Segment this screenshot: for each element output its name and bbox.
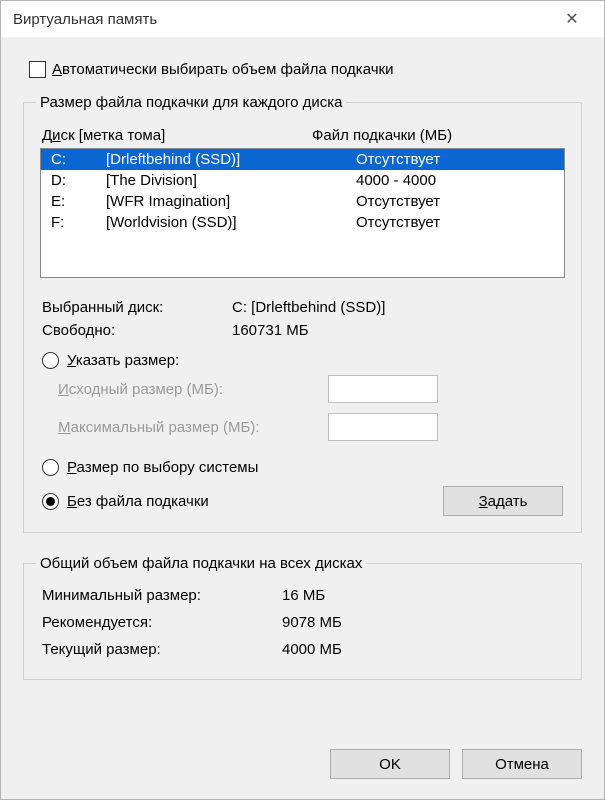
initial-size-row: Исходный размер (МБ):: [58, 375, 563, 403]
titlebar: Виртуальная память ✕: [1, 1, 604, 37]
drive-letter: E:: [51, 193, 106, 210]
col-drive-header: Диск [метка тома]: [42, 127, 312, 144]
selected-drive-info: Выбранный диск: C: [Drleftbehind (SSD)] …: [42, 296, 563, 342]
drive-label: [WFR Imagination]: [106, 193, 356, 210]
virtual-memory-dialog: Виртуальная память ✕ Автоматически выбир…: [0, 0, 605, 800]
free-space-label: Свободно:: [42, 322, 232, 339]
window-title: Виртуальная память: [13, 11, 552, 28]
initial-size-input[interactable]: [328, 375, 438, 403]
min-size-value: 16 МБ: [282, 587, 325, 604]
no-paging-radio[interactable]: [42, 493, 59, 510]
set-button[interactable]: Задать: [443, 486, 563, 516]
disk-list-header: Диск [метка тома] Файл подкачки (МБ): [36, 121, 569, 148]
auto-manage-checkbox[interactable]: [29, 61, 46, 78]
no-paging-label[interactable]: Без файла подкачки: [67, 493, 209, 510]
auto-manage-label[interactable]: Автоматически выбирать объем файла подка…: [52, 61, 393, 78]
system-size-row: Размер по выбору системы: [42, 459, 563, 476]
no-paging-row: Без файла подкачки Задать: [42, 486, 563, 516]
max-size-label: Максимальный размер (МБ):: [58, 419, 328, 436]
recommended-label: Рекомендуется:: [42, 614, 282, 631]
selected-drive-label: Выбранный диск:: [42, 299, 232, 316]
table-row[interactable]: E:[WFR Imagination]Отсутствует: [41, 191, 564, 212]
drive-paging: Отсутствует: [356, 193, 546, 210]
drive-label: [Worldvision (SSD)]: [106, 214, 356, 231]
cancel-button[interactable]: Отмена: [462, 749, 582, 779]
drive-letter: D:: [51, 172, 106, 189]
custom-size-radio[interactable]: [42, 352, 59, 369]
total-group: Общий объем файла подкачки на всех диска…: [23, 555, 582, 680]
close-icon[interactable]: ✕: [552, 9, 592, 29]
system-size-label[interactable]: Размер по выбору системы: [67, 459, 258, 476]
drive-label: [Drleftbehind (SSD)]: [106, 151, 356, 168]
col-page-header: Файл подкачки (МБ): [312, 127, 563, 144]
disk-list[interactable]: C:[Drleftbehind (SSD)]ОтсутствуетD:[The …: [40, 148, 565, 278]
per-drive-legend: Размер файла подкачки для каждого диска: [36, 94, 346, 111]
table-row[interactable]: D:[The Division]4000 - 4000: [41, 170, 564, 191]
drive-paging: Отсутствует: [356, 151, 546, 168]
selected-drive-value: C: [Drleftbehind (SSD)]: [232, 299, 563, 316]
current-size-value: 4000 МБ: [282, 641, 342, 658]
current-size-label: Текущий размер:: [42, 641, 282, 658]
max-size-input[interactable]: [328, 413, 438, 441]
table-row[interactable]: F:[Worldvision (SSD)]Отсутствует: [41, 212, 564, 233]
dialog-footer: OK Отмена: [1, 749, 604, 799]
max-size-row: Максимальный размер (МБ):: [58, 413, 563, 441]
drive-paging: Отсутствует: [356, 214, 546, 231]
dialog-content: Автоматически выбирать объем файла подка…: [1, 37, 604, 749]
drive-letter: F:: [51, 214, 106, 231]
free-space-value: 160731 МБ: [232, 322, 563, 339]
auto-manage-row: Автоматически выбирать объем файла подка…: [29, 61, 582, 78]
custom-size-label[interactable]: Указать размер:: [67, 352, 179, 369]
recommended-value: 9078 МБ: [282, 614, 342, 631]
custom-size-row: Указать размер:: [42, 352, 563, 369]
per-drive-group: Размер файла подкачки для каждого диска …: [23, 94, 582, 533]
drive-label: [The Division]: [106, 172, 356, 189]
initial-size-label: Исходный размер (МБ):: [58, 381, 328, 398]
drive-paging: 4000 - 4000: [356, 172, 546, 189]
system-size-radio[interactable]: [42, 459, 59, 476]
ok-button[interactable]: OK: [330, 749, 450, 779]
table-row[interactable]: C:[Drleftbehind (SSD)]Отсутствует: [41, 149, 564, 170]
total-legend: Общий объем файла подкачки на всех диска…: [36, 555, 366, 572]
min-size-label: Минимальный размер:: [42, 587, 282, 604]
drive-letter: C:: [51, 151, 106, 168]
